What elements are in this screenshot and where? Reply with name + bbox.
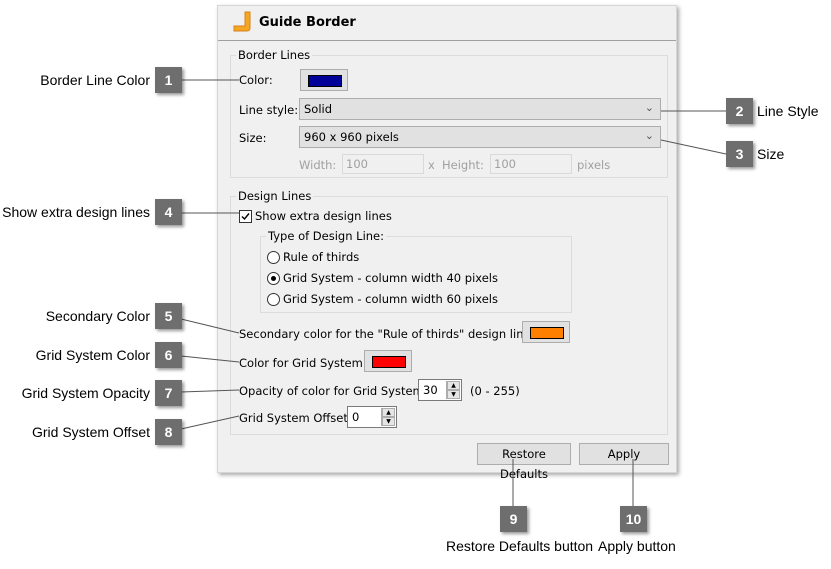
callout-badge-1: 1 bbox=[155, 67, 182, 93]
callout-badge-10: 10 bbox=[620, 506, 647, 532]
callout-badge-3: 3 bbox=[726, 141, 753, 167]
callout-label-7: Grid System Opacity bbox=[21, 385, 150, 401]
callout-badge-4: 4 bbox=[155, 199, 182, 225]
callout-badge-7: 7 bbox=[155, 380, 182, 406]
callout-badge-6: 6 bbox=[155, 342, 182, 368]
callout-label-3: Size bbox=[757, 146, 785, 162]
callout-badge-2: 2 bbox=[726, 98, 753, 124]
callout-label-10: Apply button bbox=[598, 538, 676, 554]
callout-label-9: Restore Defaults button bbox=[446, 538, 594, 554]
callout-badge-9: 9 bbox=[500, 506, 527, 532]
callout-badge-8: 8 bbox=[155, 419, 182, 445]
connector-5 bbox=[180, 318, 240, 334]
callout-label-1: Border Line Color bbox=[40, 72, 150, 88]
callout-label-5: Secondary Color bbox=[45, 308, 150, 324]
callout-label-6: Grid System Color bbox=[35, 347, 150, 363]
connector-7 bbox=[180, 389, 240, 393]
callout-label-2: Line Style bbox=[757, 103, 819, 119]
callout-label-8: Grid System Offset bbox=[32, 424, 150, 440]
connector-6 bbox=[180, 355, 240, 363]
callout-label-4: Show extra design lines bbox=[2, 204, 150, 220]
callout-badge-5: 5 bbox=[155, 303, 182, 329]
connector-8 bbox=[180, 415, 240, 430]
connector-3 bbox=[660, 139, 727, 155]
